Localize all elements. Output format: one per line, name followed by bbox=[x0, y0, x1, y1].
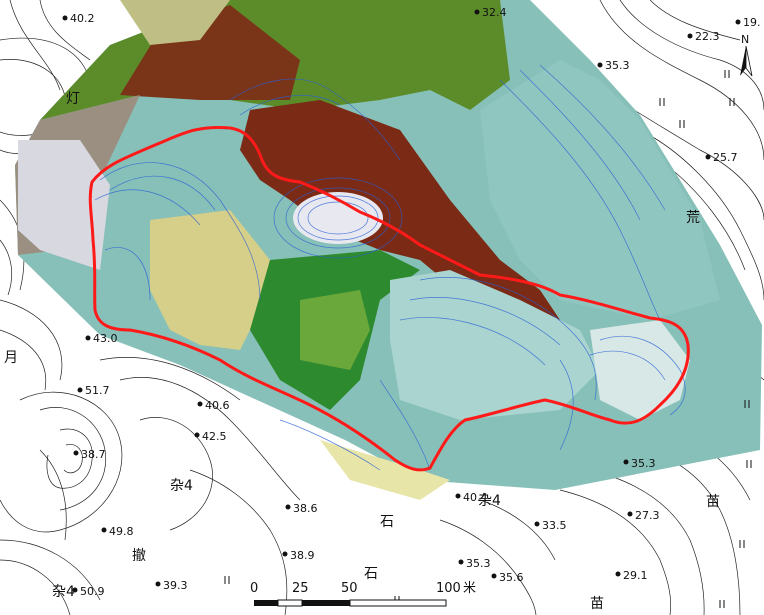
svg-text:33.5: 33.5 bbox=[542, 519, 567, 532]
elevation-point: 35.3 bbox=[458, 557, 491, 570]
svg-text:38.6: 38.6 bbox=[293, 502, 318, 515]
svg-text:49.8: 49.8 bbox=[109, 525, 134, 538]
svg-text:38.9: 38.9 bbox=[290, 549, 315, 562]
elevation-point: 29.1 bbox=[615, 569, 648, 582]
land-label: 荒 bbox=[686, 210, 700, 226]
svg-text:50.9: 50.9 bbox=[80, 585, 105, 598]
elevation-point: 39.3 bbox=[155, 579, 188, 592]
land-label: 石 bbox=[364, 566, 378, 582]
land-label: 苗 bbox=[590, 596, 604, 612]
elevation-point: 43.0 bbox=[85, 332, 118, 345]
svg-text:25.7: 25.7 bbox=[713, 151, 738, 164]
elevation-point: 38.6 bbox=[285, 502, 318, 515]
land-label: 月 bbox=[4, 350, 18, 366]
elevation-point: 38.9 bbox=[282, 549, 315, 562]
land-label: 石 bbox=[380, 514, 394, 530]
topographic-map: 40.2 32.4 19. 22.3 35.3 25.7 43.0 51.7 4… bbox=[0, 0, 764, 615]
north-arrow-icon: N bbox=[740, 33, 753, 77]
scale-unit: 米 bbox=[463, 581, 476, 596]
svg-text:35.6: 35.6 bbox=[499, 571, 524, 584]
land-label: 杂4 bbox=[52, 584, 75, 600]
scale-tick: 0 bbox=[250, 581, 258, 596]
elevation-point: 40.2 bbox=[62, 12, 95, 25]
terrain-surface bbox=[15, 0, 762, 500]
scale-bar: 0 25 50 100 米 bbox=[250, 581, 476, 607]
land-label: 撤 bbox=[132, 548, 146, 564]
svg-text:51.7: 51.7 bbox=[85, 384, 110, 397]
svg-text:35.3: 35.3 bbox=[631, 457, 656, 470]
svg-text:27.3: 27.3 bbox=[635, 509, 660, 522]
land-label: 杂4 bbox=[478, 493, 501, 509]
svg-text:40.6: 40.6 bbox=[205, 399, 230, 412]
svg-text:38.7: 38.7 bbox=[81, 448, 106, 461]
svg-text:35.3: 35.3 bbox=[466, 557, 491, 570]
elevation-point: 25.7 bbox=[705, 151, 738, 164]
land-label: 灯 bbox=[66, 91, 80, 107]
svg-text:39.3: 39.3 bbox=[163, 579, 188, 592]
elevation-point: 27.3 bbox=[627, 509, 660, 522]
elevation-point: 33.5 bbox=[534, 519, 567, 532]
land-label: 杂4 bbox=[170, 478, 193, 494]
scale-tick: 100 bbox=[436, 581, 461, 596]
elevation-point: 19. bbox=[735, 16, 761, 29]
elevation-point: 49.8 bbox=[101, 525, 134, 538]
elevation-point: 22.3 bbox=[687, 30, 720, 43]
svg-text:19.: 19. bbox=[743, 16, 761, 29]
land-label: 苗 bbox=[706, 494, 720, 510]
svg-text:40.2: 40.2 bbox=[70, 12, 95, 25]
svg-text:N: N bbox=[741, 33, 749, 46]
svg-text:42.5: 42.5 bbox=[202, 430, 227, 443]
svg-text:32.4: 32.4 bbox=[482, 6, 507, 19]
elevation-point: 51.7 bbox=[77, 384, 110, 397]
elevation-point: 50.9 bbox=[72, 585, 105, 598]
scale-tick: 50 bbox=[341, 581, 358, 596]
elevation-point: 42.5 bbox=[194, 430, 227, 443]
elevation-point: 38.7 bbox=[73, 448, 106, 461]
elevation-point: 40.6 bbox=[197, 399, 230, 412]
elevation-point: 35.6 bbox=[491, 571, 524, 584]
elevation-point: 35.3 bbox=[597, 59, 630, 72]
svg-text:22.3: 22.3 bbox=[695, 30, 720, 43]
scale-tick: 25 bbox=[292, 581, 309, 596]
svg-text:29.1: 29.1 bbox=[623, 569, 648, 582]
svg-text:43.0: 43.0 bbox=[93, 332, 118, 345]
svg-text:35.3: 35.3 bbox=[605, 59, 630, 72]
